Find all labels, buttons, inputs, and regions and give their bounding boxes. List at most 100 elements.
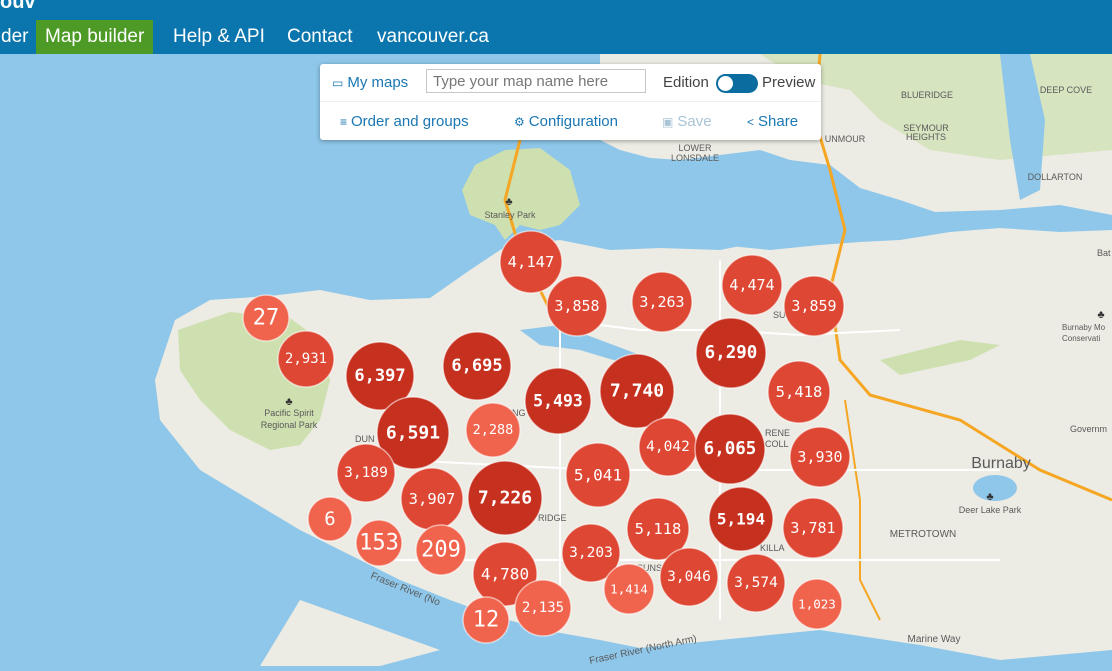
share-icon: < xyxy=(747,115,755,129)
map-label-burnaby-mountain: Burnaby Mo xyxy=(1062,323,1106,332)
cluster-count-label: 3,574 xyxy=(734,575,778,591)
cluster-marker[interactable]: 6 xyxy=(307,496,353,542)
nav-item-contact[interactable]: Contact xyxy=(278,20,361,54)
cluster-count-label: 5,418 xyxy=(776,383,823,401)
map-label-deer-lake-park: Deer Lake Park xyxy=(959,505,1022,515)
cluster-count-label: 12 xyxy=(473,608,500,633)
share-button[interactable]: < Share xyxy=(747,113,798,130)
my-maps-label: My maps xyxy=(347,74,409,91)
cluster-marker[interactable]: 5,194 xyxy=(708,486,774,552)
cluster-count-label: 27 xyxy=(253,306,280,331)
configuration-button[interactable]: ⚙ Configuration xyxy=(514,113,618,130)
cluster-marker[interactable]: 3,930 xyxy=(789,426,851,488)
cluster-marker[interactable]: 2,288 xyxy=(465,402,521,458)
map-svg[interactable]: Stanley Park Pacific Spirit Regional Par… xyxy=(0,53,1112,667)
cluster-count-label: 2,135 xyxy=(522,600,564,616)
cluster-marker[interactable]: 5,041 xyxy=(565,442,631,508)
cluster-marker[interactable]: 27 xyxy=(242,294,290,342)
cluster-marker[interactable]: 2,931 xyxy=(277,330,335,388)
cluster-marker[interactable]: 3,046 xyxy=(659,547,719,607)
cluster-count-label: 3,189 xyxy=(344,465,388,481)
cluster-marker[interactable]: 3,858 xyxy=(546,275,608,337)
map-canvas[interactable]: Stanley Park Pacific Spirit Regional Par… xyxy=(0,53,1112,667)
cluster-marker[interactable]: 3,263 xyxy=(631,271,693,333)
cluster-marker[interactable]: 6,065 xyxy=(694,413,766,485)
cluster-count-label: 2,288 xyxy=(473,422,514,438)
map-label-pacific-spirit: Pacific Spirit xyxy=(264,408,314,418)
cluster-count-label: 3,263 xyxy=(639,293,684,311)
tree-icon: ♣ xyxy=(986,491,993,503)
map-label-coll: COLL xyxy=(765,439,789,449)
cluster-count-label: 2,931 xyxy=(285,351,327,367)
cluster-marker[interactable]: 1,414 xyxy=(603,563,655,615)
cluster-count-label: 5,194 xyxy=(717,510,765,529)
cluster-marker[interactable]: 1,023 xyxy=(791,578,843,630)
cluster-count-label: 3,907 xyxy=(409,490,456,508)
configuration-label: Configuration xyxy=(528,113,618,130)
preview-label: Preview xyxy=(762,74,816,91)
site-brand[interactable]: ouv xyxy=(0,0,36,14)
floppy-icon: ▣ xyxy=(662,115,674,129)
cluster-marker[interactable]: 153 xyxy=(355,519,403,567)
cluster-marker[interactable]: 3,907 xyxy=(400,467,464,531)
edition-preview-toggle[interactable] xyxy=(716,74,758,93)
cluster-marker[interactable]: 5,418 xyxy=(767,360,831,424)
cluster-count-label: 7,740 xyxy=(610,381,664,402)
map-label-marine-way: Marine Way xyxy=(908,634,961,645)
map-label-dun: DUN xyxy=(355,434,375,444)
cluster-marker[interactable]: 3,781 xyxy=(782,497,844,559)
cluster-count-label: 3,859 xyxy=(791,297,836,315)
cluster-count-label: 6,290 xyxy=(705,343,758,363)
cluster-count-label: 6,695 xyxy=(451,356,502,376)
map-label-seymour-heights: HEIGHTS xyxy=(906,132,946,142)
cluster-marker[interactable]: 6,290 xyxy=(695,317,767,389)
cluster-count-label: 6,591 xyxy=(386,423,440,444)
cluster-marker[interactable]: 4,474 xyxy=(721,254,783,316)
nav-item-vancouver-ca[interactable]: vancouver.ca xyxy=(368,20,498,54)
deer-lake-water xyxy=(973,475,1017,501)
cluster-marker[interactable]: 209 xyxy=(415,524,467,576)
tree-icon: ♣ xyxy=(285,396,292,408)
nav-item-finder[interactable]: der xyxy=(0,20,37,54)
cluster-count-label: 3,930 xyxy=(797,448,842,466)
cluster-count-label: 6 xyxy=(324,508,335,530)
cluster-count-label: 153 xyxy=(359,531,399,556)
gear-icon: ⚙ xyxy=(514,115,525,129)
cluster-count-label: 5,041 xyxy=(574,466,622,485)
map-label-lower-lonsdale: LOWER xyxy=(678,143,712,153)
cluster-marker[interactable]: 12 xyxy=(462,596,510,644)
cluster-count-label: 6,065 xyxy=(704,439,757,459)
map-builder-panel: ▭My maps Edition Preview ≡Order and grou… xyxy=(320,64,821,140)
top-navigation-bar: ouv der Map builder Help & API Contact v… xyxy=(0,0,1112,54)
map-name-input[interactable] xyxy=(426,69,646,93)
cluster-marker[interactable]: 3,574 xyxy=(726,553,786,613)
cluster-marker[interactable]: 5,493 xyxy=(524,367,592,435)
cluster-marker[interactable]: 4,042 xyxy=(638,417,698,477)
map-label-government: Governm xyxy=(1070,424,1107,434)
cluster-count-label: 4,042 xyxy=(646,439,690,455)
order-and-groups-button[interactable]: ≡ Order and groups xyxy=(340,113,469,130)
map-label-burnaby-mountain: Conservati xyxy=(1062,334,1100,343)
edition-label: Edition xyxy=(663,74,709,91)
map-label-metrotown: METROTOWN xyxy=(890,529,956,540)
save-button[interactable]: ▣ Save xyxy=(662,113,712,130)
cluster-count-label: 6,397 xyxy=(354,366,405,386)
cluster-marker[interactable]: 6,695 xyxy=(442,331,512,401)
cluster-count-label: 1,023 xyxy=(798,597,836,612)
cluster-count-label: 3,203 xyxy=(569,545,613,561)
cluster-marker[interactable]: 3,859 xyxy=(783,275,845,337)
my-maps-link[interactable]: ▭ My maps xyxy=(332,74,408,91)
cluster-count-label: 209 xyxy=(421,538,461,563)
nav-item-map-builder[interactable]: Map builder xyxy=(36,20,154,54)
cluster-marker[interactable]: 7,740 xyxy=(599,353,675,429)
cluster-count-label: 7,226 xyxy=(478,488,532,509)
cluster-marker[interactable]: 2,135 xyxy=(514,579,572,637)
list-icon: ≡ xyxy=(340,115,348,129)
panel-divider xyxy=(320,101,821,102)
cluster-marker[interactable]: 3,189 xyxy=(336,443,396,503)
cluster-marker[interactable]: 4,147 xyxy=(499,230,563,294)
nav-item-help-api[interactable]: Help & API xyxy=(164,20,274,54)
cluster-count-label: 5,493 xyxy=(533,392,583,411)
cluster-count-label: 4,474 xyxy=(729,276,774,294)
cluster-marker[interactable]: 7,226 xyxy=(467,460,543,536)
